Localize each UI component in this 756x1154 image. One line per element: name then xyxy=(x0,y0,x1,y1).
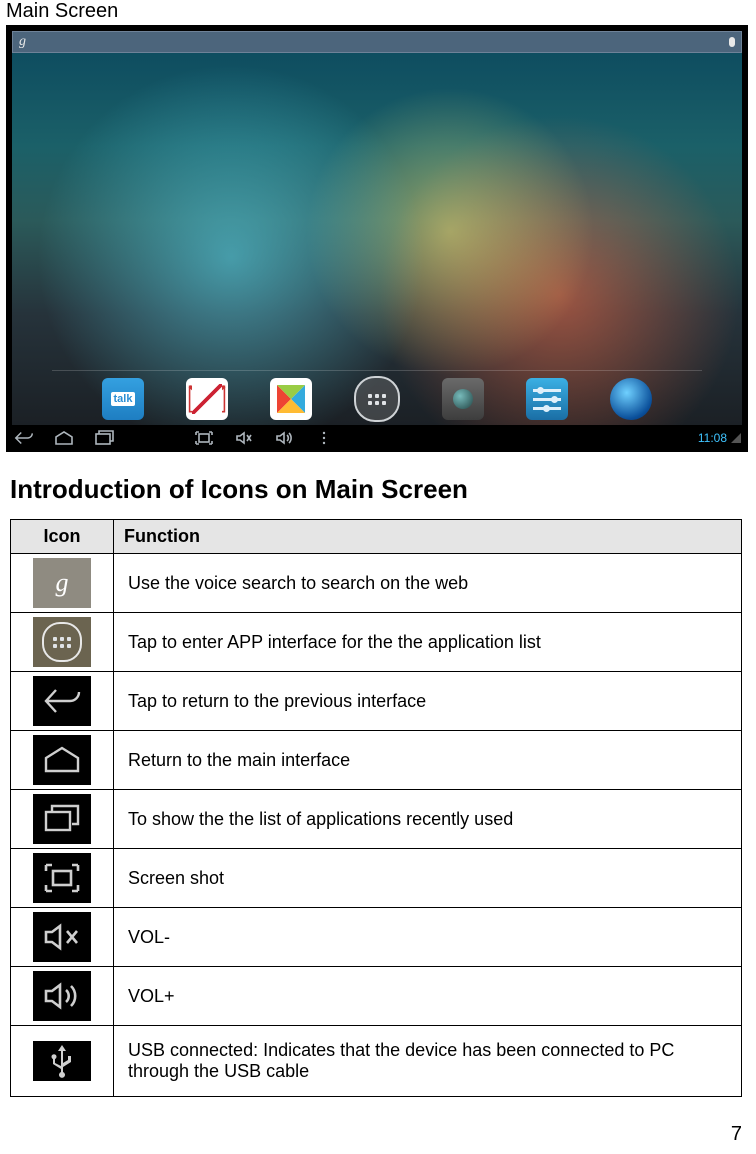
icon-function-table: Icon Function g Use the voice search to … xyxy=(10,519,742,1097)
table-row: To show the the list of applications rec… xyxy=(11,790,742,849)
signal-icon xyxy=(731,433,741,443)
status-clock: 11:08 xyxy=(698,431,727,445)
android-screenshot: g talk xyxy=(6,25,748,452)
page-label: Main Screen xyxy=(0,0,756,25)
row-fn: Tap to enter APP interface for the the a… xyxy=(114,613,742,672)
settings-app-icon[interactable] xyxy=(526,378,568,420)
nav-more-icon[interactable] xyxy=(313,430,335,446)
wallpaper: talk xyxy=(12,53,742,425)
nav-bar: 11:08 xyxy=(7,425,747,451)
row-fn: USB connected: Indicates that the device… xyxy=(114,1026,742,1097)
table-header-row: Icon Function xyxy=(11,520,742,554)
row-fn: To show the the list of applications rec… xyxy=(114,790,742,849)
nav-screenshot-icon[interactable] xyxy=(193,430,215,446)
recent-icon xyxy=(33,794,91,844)
row-fn: Return to the main interface xyxy=(114,731,742,790)
table-row: VOL+ xyxy=(11,967,742,1026)
nav-recent-icon[interactable] xyxy=(93,430,115,446)
search-bar[interactable]: g xyxy=(12,31,742,53)
table-row: Tap to enter APP interface for the the a… xyxy=(11,613,742,672)
play-store-app-icon[interactable] xyxy=(270,378,312,420)
usb-icon xyxy=(33,1041,91,1081)
page-number: 7 xyxy=(0,1097,756,1154)
nav-vol-down-icon[interactable] xyxy=(233,430,255,446)
apps-drawer-icon[interactable] xyxy=(354,376,400,422)
row-fn: VOL- xyxy=(114,908,742,967)
table-row: Return to the main interface xyxy=(11,731,742,790)
back-icon xyxy=(33,676,91,726)
table-row: g Use the voice search to search on the … xyxy=(11,554,742,613)
vol-down-icon xyxy=(33,912,91,962)
table-row: Screen shot xyxy=(11,849,742,908)
voice-search-icon: g xyxy=(33,558,91,608)
section-heading: Introduction of Icons on Main Screen xyxy=(10,474,746,505)
nav-vol-up-icon[interactable] xyxy=(273,430,295,446)
header-function: Function xyxy=(114,520,742,554)
mic-icon[interactable] xyxy=(729,37,735,47)
home-icon xyxy=(33,735,91,785)
gmail-app-icon[interactable] xyxy=(186,378,228,420)
talk-app-icon[interactable]: talk xyxy=(102,378,144,420)
screenshot-icon xyxy=(33,853,91,903)
browser-app-icon[interactable] xyxy=(610,378,652,420)
dock-divider xyxy=(52,370,702,371)
table-row: Tap to return to the previous interface xyxy=(11,672,742,731)
table-row: VOL- xyxy=(11,908,742,967)
row-fn: Tap to return to the previous interface xyxy=(114,672,742,731)
google-g-icon: g xyxy=(19,34,26,50)
header-icon: Icon xyxy=(11,520,114,554)
row-fn: Screen shot xyxy=(114,849,742,908)
nav-back-icon[interactable] xyxy=(13,430,35,446)
apps-drawer-icon xyxy=(33,617,91,667)
table-row: USB connected: Indicates that the device… xyxy=(11,1026,742,1097)
row-fn: Use the voice search to search on the we… xyxy=(114,554,742,613)
vol-up-icon xyxy=(33,971,91,1021)
dock: talk xyxy=(17,373,737,425)
row-fn: VOL+ xyxy=(114,967,742,1026)
camera-app-icon[interactable] xyxy=(442,378,484,420)
nav-home-icon[interactable] xyxy=(53,430,75,446)
